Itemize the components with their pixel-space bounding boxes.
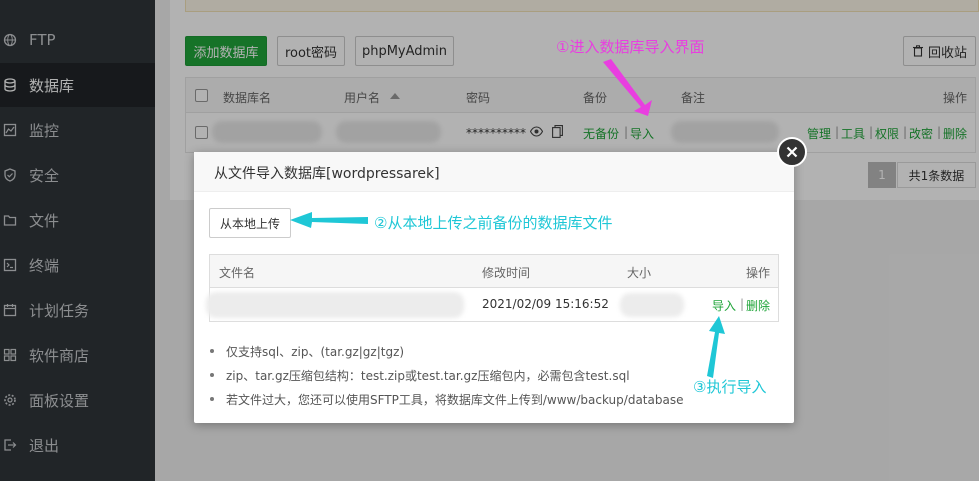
arrow-to-upload [290,212,368,228]
arrow-to-file-import [707,316,725,378]
annotation-arrows [290,59,725,378]
arrow-to-import [603,59,652,116]
